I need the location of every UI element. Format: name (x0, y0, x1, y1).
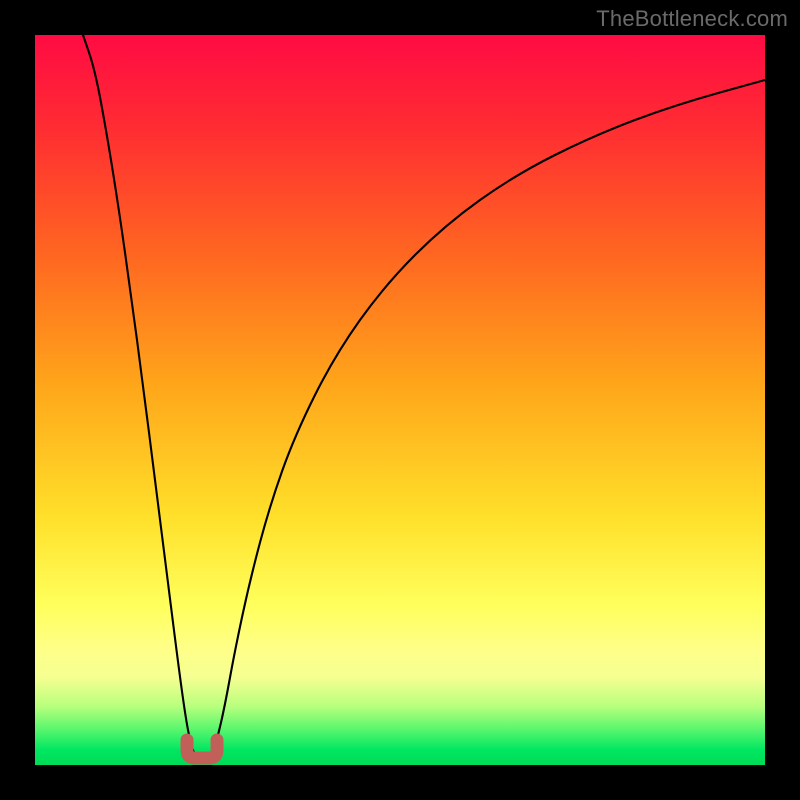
chart-svg (35, 35, 765, 765)
min-u-marker (187, 740, 217, 758)
curve-right-branch (211, 80, 765, 755)
chart-plot-area (35, 35, 765, 765)
watermark-text: TheBottleneck.com (596, 6, 788, 32)
curve-left-branch (83, 35, 195, 755)
